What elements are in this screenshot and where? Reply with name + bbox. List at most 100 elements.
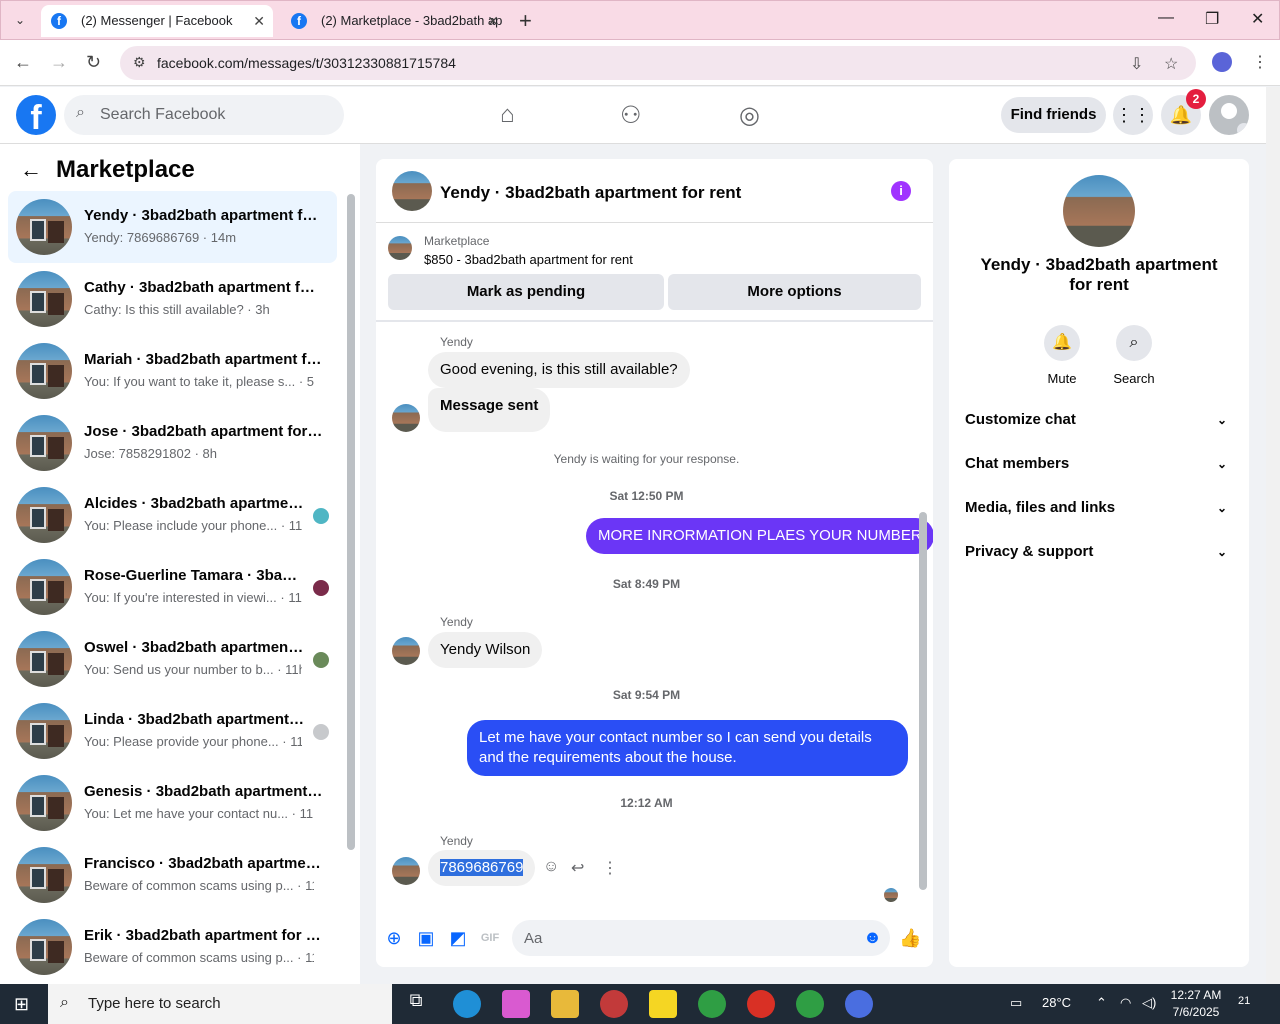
taskbar-clock[interactable]: 12:27 AM 7/6/2025 (1168, 987, 1224, 1021)
info-avatar[interactable] (1063, 175, 1135, 247)
close-tab-icon[interactable]: ✕ (487, 5, 499, 37)
volume-icon[interactable]: ◁) (1142, 995, 1156, 1011)
task-view-icon[interactable]: ⧉ (402, 990, 430, 1018)
friends-icon[interactable]: ⚇ (620, 101, 642, 130)
conversation-preview: You: Please provide your phone... · 11h (84, 734, 302, 749)
reload-icon[interactable]: ↻ (86, 52, 101, 73)
conversation-item[interactable]: Cathy · 3bad2bath apartment for rent Cat… (8, 263, 337, 335)
close-window-icon[interactable]: ✕ (1251, 9, 1264, 29)
mute-button[interactable]: 🔔 Mute (1032, 325, 1092, 386)
conversation-item[interactable]: Genesis · 3bad2bath apartment for rent Y… (8, 767, 337, 839)
notification-center-icon[interactable]: 21 (1238, 995, 1250, 1007)
conversation-item[interactable]: Rose-Guerline Tamara · 3bad2bath apartme… (8, 551, 337, 623)
url-text[interactable]: facebook.com/messages/t/3031233088171578… (157, 55, 456, 71)
reply-icon[interactable]: ↩ (571, 858, 584, 878)
menu-grid-icon[interactable]: ⋮⋮ (1113, 95, 1153, 135)
conversation-item[interactable]: Erik · 3bad2bath apartment for rent Bewa… (8, 911, 337, 983)
conversation-item[interactable]: Francisco · 3bad2bath apartment for rent… (8, 839, 337, 911)
conversation-item[interactable]: Linda · 3bad2bath apartment for rent You… (8, 695, 337, 767)
taskbar-search-text: Type here to search (88, 995, 221, 1012)
copilot-icon[interactable] (502, 990, 530, 1018)
omnibox[interactable]: ⚙ facebook.com/messages/t/30312330881715… (120, 46, 1196, 80)
customize-chat-row[interactable]: Customize chat ⌄ (965, 398, 1233, 442)
chat-scrollbar[interactable] (919, 512, 927, 890)
listing-price-title[interactable]: $850 - 3bad2bath apartment for rent (424, 252, 633, 267)
find-friends-button[interactable]: Find friends (1001, 97, 1106, 133)
more-options-button[interactable]: More options (668, 274, 921, 310)
conversation-item[interactable]: Mariah · 3bad2bath apartment for rent Yo… (8, 335, 337, 407)
sticker-icon[interactable]: ◩ (447, 927, 469, 949)
chat-title[interactable]: Yendy · 3bad2bath apartment for rent (440, 183, 741, 203)
wifi-icon[interactable]: ◠ (1120, 995, 1131, 1011)
react-icon[interactable]: ☺ (543, 858, 559, 876)
page-scrollbar[interactable] (1266, 87, 1280, 984)
outgoing-message[interactable]: Let me have your contact number so I can… (467, 720, 908, 776)
minimize-icon[interactable]: — (1158, 9, 1174, 27)
gif-icon[interactable]: GIF (479, 927, 501, 949)
back-arrow-icon[interactable]: ← (20, 157, 50, 183)
conversation-item[interactable]: Alcides · 3bad2bath apartment for rent Y… (8, 479, 337, 551)
paint-icon[interactable] (600, 990, 628, 1018)
emoji-icon[interactable]: ☻ (863, 927, 882, 948)
browser-profile-avatar[interactable] (1212, 52, 1232, 72)
taskbar-search[interactable]: ⌕ Type here to search (48, 984, 392, 1024)
groups-icon[interactable]: ◎ (739, 101, 760, 130)
weather-icon[interactable]: ▭ (1010, 995, 1022, 1011)
chrome-icon[interactable] (796, 990, 824, 1018)
conversation-name: Oswel · 3bad2bath apartment for rent (84, 639, 306, 656)
seen-avatar (313, 508, 329, 524)
edge-icon[interactable] (453, 990, 481, 1018)
incoming-message[interactable]: Good evening, is this still available? (428, 352, 690, 388)
conversation-item[interactable]: Jose · 3bad2bath apartment for rent Jose… (8, 407, 337, 479)
bookmark-star-icon[interactable]: ☆ (1164, 54, 1178, 74)
browser-menu-icon[interactable]: ⋮ (1252, 52, 1268, 72)
tab-messenger[interactable]: f (2) Messenger | Facebook ✕ (41, 5, 273, 37)
info-icon[interactable]: i (891, 181, 911, 201)
mark-as-pending-button[interactable]: Mark as pending (388, 274, 664, 310)
restore-icon[interactable]: ❐ (1205, 9, 1219, 29)
conversation-item[interactable]: Yendy · 3bad2bath apartment for rent Yen… (8, 191, 337, 263)
tab-marketplace[interactable]: f (2) Marketplace - 3bad2bath ap ✕ (281, 5, 507, 37)
home-icon[interactable]: ⌂ (500, 101, 515, 129)
file-explorer-icon[interactable] (551, 990, 579, 1018)
sidebar-scrollbar[interactable] (347, 194, 355, 850)
privacy-support-row[interactable]: Privacy & support ⌄ (965, 530, 1233, 574)
chrome-icon[interactable] (698, 990, 726, 1018)
sticky-notes-icon[interactable] (649, 990, 677, 1018)
chat-avatar[interactable] (392, 171, 432, 211)
chrome-icon[interactable] (747, 990, 775, 1018)
facebook-search[interactable]: ⌕ (64, 95, 344, 135)
incoming-message[interactable]: Yendy Wilson (428, 632, 543, 668)
message-input-box[interactable]: ☻ (512, 920, 890, 956)
message-sent-card[interactable]: Message sent (428, 388, 551, 432)
tab-title: (2) Marketplace - 3bad2bath ap (321, 13, 503, 28)
conversation-preview: Yendy: 7869686769 · 14m (84, 230, 237, 245)
forward-icon[interactable]: → (50, 52, 68, 73)
new-tab-icon[interactable]: + (519, 9, 532, 33)
facebook-logo-icon[interactable]: f (16, 95, 56, 135)
account-avatar[interactable]: ⌄ (1209, 95, 1249, 135)
media-files-links-row[interactable]: Media, files and links ⌄ (965, 486, 1233, 530)
chat-members-row[interactable]: Chat members ⌄ (965, 442, 1233, 486)
outgoing-message[interactable]: MORE INRORMATION PLAES YOUR NUMBER (586, 518, 933, 554)
message-input[interactable] (524, 920, 844, 956)
selected-phone-number[interactable]: 7869686769 (440, 859, 524, 876)
more-icon[interactable]: ⋮ (602, 858, 618, 878)
facebook-search-input[interactable] (100, 95, 330, 135)
conversation-item[interactable]: Oswel · 3bad2bath apartment for rent You… (8, 623, 337, 695)
chrome-icon[interactable] (845, 990, 873, 1018)
install-app-icon[interactable]: ⇩ (1130, 54, 1143, 74)
photo-icon[interactable]: ▣ (415, 927, 437, 949)
windows-start-icon[interactable]: ⊞ (14, 994, 29, 1015)
tray-chevron-icon[interactable]: ⌃ (1096, 995, 1107, 1011)
like-thumb-icon[interactable]: 👍 (899, 927, 921, 949)
tab-search-menu-icon[interactable]: ⌄ (7, 7, 33, 33)
add-icon[interactable]: ⊕ (383, 927, 405, 949)
conversation-preview: Jose: 7858291802 · 8h (84, 446, 217, 461)
search-conversation-button[interactable]: ⌕ Search (1104, 325, 1164, 386)
weather-temp[interactable]: 28°C (1042, 995, 1071, 1010)
back-icon[interactable]: ← (14, 52, 32, 73)
site-info-icon[interactable]: ⚙ (133, 54, 146, 71)
incoming-message[interactable]: 7869686769 (428, 850, 536, 886)
close-tab-icon[interactable]: ✕ (253, 5, 265, 37)
